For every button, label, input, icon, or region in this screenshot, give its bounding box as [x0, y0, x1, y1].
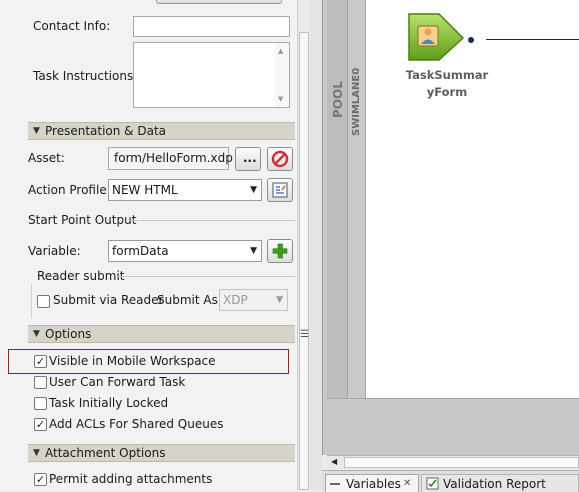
browse-asset-button[interactable]: ... [235, 147, 261, 171]
visible-mobile-workspace-label: Visible in Mobile Workspace [49, 354, 216, 368]
collapse-triangle-icon: ▼ [33, 448, 40, 458]
add-variable-button[interactable] [267, 239, 293, 263]
variable-label: Variable: [28, 244, 81, 258]
variables-tab-marker [330, 483, 340, 485]
collapse-triangle-icon: ▼ [33, 329, 40, 339]
pool-label: POOL [331, 81, 345, 118]
node-label-line1: TaskSummar [405, 68, 489, 82]
presentation-data-header[interactable]: ▼ Presentation & Data [28, 122, 295, 140]
swimlane-label: SWIMLANE0 [351, 67, 362, 136]
task-instructions-label: Task Instructions: [33, 69, 138, 83]
options-header[interactable]: ▼ Options [28, 325, 295, 343]
submit-via-reader-label: Submit via Reader [53, 293, 164, 307]
action-profile-select[interactable]: NEW HTML ▼ [108, 179, 262, 201]
collapse-triangle-icon: ▼ [33, 126, 40, 136]
checkmark-icon: ✓ [35, 473, 46, 486]
splitter-grip-icon[interactable]: ☰ [300, 329, 309, 340]
submit-as-value: XDP [223, 293, 248, 307]
start-point-output-title: Start Point Output [28, 213, 137, 227]
node-label: TaskSummar yForm [402, 67, 492, 101]
swimlane-area[interactable] [366, 0, 579, 398]
textarea-scrollbar[interactable]: ▲ ▼ [275, 43, 289, 107]
start-point-output-divider [130, 220, 295, 221]
checkmark-icon: ✓ [35, 355, 46, 368]
visible-mobile-workspace-checkbox[interactable]: ✓ [34, 355, 47, 368]
panel-splitter[interactable] [310, 0, 322, 490]
horizontal-scroll-thumb[interactable] [344, 457, 579, 468]
tab-variables[interactable]: Variables ✕ [325, 474, 419, 492]
attachment-options-title: Attachment Options [45, 446, 166, 460]
swimlane-header[interactable]: SWIMLANE0 [348, 0, 366, 398]
remove-asset-button[interactable] [267, 147, 293, 171]
task-initially-locked-checkbox[interactable] [34, 397, 47, 410]
checkmark-icon: ✓ [35, 418, 46, 431]
cut-off-button[interactable] [156, 0, 282, 4]
asset-label: Asset: [28, 151, 65, 165]
user-can-forward-label: User Can Forward Task [49, 375, 186, 389]
pool-header[interactable]: POOL [327, 0, 348, 398]
add-acls-label: Add ACLs For Shared Queues [49, 417, 224, 431]
remove-icon [271, 150, 289, 168]
tab-validation-report-label: Validation Report [443, 477, 546, 491]
close-icon[interactable]: ✕ [403, 478, 411, 489]
submit-via-reader-checkbox[interactable] [37, 295, 50, 308]
scroll-up-arrow-icon[interactable]: ▲ [278, 47, 283, 55]
connector-handle[interactable] [468, 37, 474, 43]
action-profile-label: Action Profile: [28, 183, 111, 197]
presentation-data-title: Presentation & Data [45, 124, 167, 138]
asset-field[interactable]: form/HelloForm.xdp [108, 147, 233, 170]
contact-info-input[interactable] [133, 16, 290, 37]
task-instructions-textarea[interactable]: ▲ ▼ [133, 42, 290, 108]
tab-validation-report[interactable]: Validation Report [421, 474, 579, 492]
options-title: Options [45, 327, 92, 341]
variable-value: formData [112, 244, 169, 258]
node-label-line2: yForm [426, 85, 468, 99]
scroll-down-arrow-icon[interactable]: ▼ [278, 95, 283, 103]
add-acls-checkbox[interactable]: ✓ [34, 418, 47, 431]
permit-attachments-checkbox[interactable]: ✓ [34, 473, 47, 486]
chevron-down-icon: ▼ [250, 185, 257, 195]
user-icon [417, 25, 439, 47]
scroll-left-arrow-icon[interactable]: ◀ [331, 457, 337, 466]
swimlane-bottom-border [327, 398, 579, 399]
task-start-point-node[interactable] [407, 12, 467, 62]
edit-profile-icon [272, 182, 288, 198]
permit-attachments-label: Permit adding attachments [49, 472, 213, 486]
panel-scrollbar-thumb[interactable] [299, 32, 309, 490]
action-profile-value: NEW HTML [112, 183, 178, 197]
chevron-down-icon: ▼ [250, 246, 257, 256]
chevron-down-icon: ▼ [276, 295, 283, 305]
user-can-forward-checkbox[interactable] [34, 376, 47, 389]
edit-action-profile-button[interactable] [267, 178, 293, 202]
variable-select[interactable]: formData ▼ [108, 240, 262, 262]
tab-variables-label: Variables [346, 477, 401, 491]
properties-panel: Contact Info: Task Instructions: ▲ ▼ ▼ P… [0, 0, 297, 490]
asset-value: form/HelloForm.xdp [114, 151, 233, 165]
contact-info-label: Contact Info: [33, 19, 111, 33]
attachment-options-header[interactable]: ▼ Attachment Options [28, 444, 295, 462]
canvas-horizontal-scrollbar[interactable]: ◀ [327, 455, 579, 469]
task-initially-locked-label: Task Initially Locked [49, 396, 169, 410]
browse-button-label: ... [243, 151, 257, 165]
connector-line [486, 39, 579, 40]
add-icon [272, 243, 288, 259]
submit-as-select[interactable]: XDP ▼ [219, 289, 288, 311]
reader-submit-divider [118, 276, 295, 277]
reader-submit-title: Reader submit [37, 269, 125, 283]
validation-icon [426, 477, 439, 490]
submit-as-label: Submit As: [157, 293, 222, 307]
